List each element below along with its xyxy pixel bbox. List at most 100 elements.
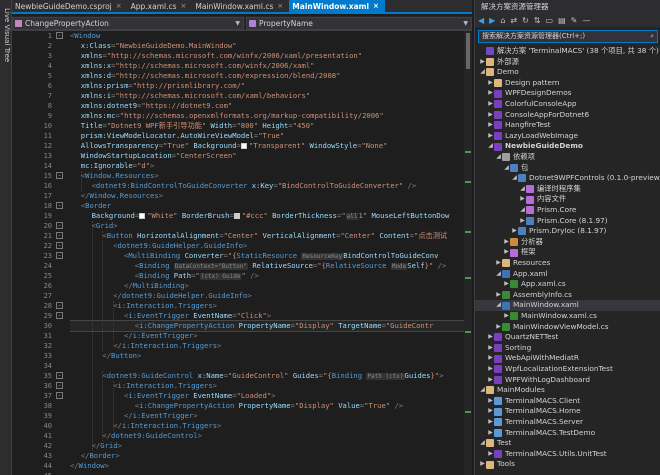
code-line[interactable]: <Binding DataContext="Button" RelativeSo… <box>135 261 446 271</box>
close-icon[interactable]: × <box>277 2 283 10</box>
collapsed-arrow-icon[interactable]: ▶ <box>503 311 510 322</box>
solution-tree-item[interactable]: ▶ 框架 <box>475 247 536 258</box>
collapsed-arrow-icon[interactable]: ▶ <box>503 237 510 248</box>
sync-icon[interactable]: ⇅ <box>534 16 541 25</box>
fold-toggle-icon[interactable]: - <box>56 302 63 309</box>
code-line[interactable]: </dotnet9:GuideHelper.GuideInfo> <box>113 291 251 301</box>
solution-tree-item[interactable]: ▶ 分析器 <box>475 237 543 248</box>
expanded-arrow-icon[interactable]: ◢ <box>519 184 526 195</box>
close-icon[interactable]: × <box>373 2 379 10</box>
fold-toggle-icon[interactable]: - <box>56 392 63 399</box>
code-line[interactable]: <Window <box>70 31 100 41</box>
code-line[interactable]: </MultiBinding> <box>124 281 189 291</box>
collapsed-arrow-icon[interactable]: ▶ <box>487 78 494 89</box>
collapsed-arrow-icon[interactable]: ▶ <box>487 110 494 121</box>
collapse-all-icon[interactable]: ▭ <box>546 16 554 25</box>
solution-tree-item[interactable]: ▶ Tools <box>475 459 515 470</box>
code-line[interactable]: </i:EventTrigger> <box>124 411 198 421</box>
solution-tree-item[interactable]: ▶ TerminalMACS.TestDemo <box>475 428 595 439</box>
code-line[interactable]: </i:Interaction.Triggers> <box>113 421 221 431</box>
collapsed-arrow-icon[interactable]: ▶ <box>503 247 510 258</box>
collapsed-arrow-icon[interactable]: ▶ <box>479 459 486 470</box>
code-line[interactable]: <Grid> <box>92 221 118 231</box>
solution-tree-item[interactable]: ◢ Demo <box>475 67 519 78</box>
solution-tree-item[interactable]: ◢ Prism.Core <box>475 205 576 216</box>
forward-icon[interactable]: ▶ <box>489 16 495 25</box>
document-tab[interactable]: MainWindow.xaml.cs × <box>192 0 289 12</box>
code-line[interactable]: </i:EventTrigger> <box>124 331 198 341</box>
code-line[interactable]: WindowStartupLocation="CenterScreen" <box>81 151 237 161</box>
solution-tree-item[interactable]: ▶ TerminalMACS.Utils.UnitTest <box>475 449 607 460</box>
solution-tree-item[interactable]: 解决方案 'TerminalMACS' (38 个项目, 共 38 个) <box>475 46 659 57</box>
code-line[interactable]: <i:ChangePropertyAction PropertyName="Di… <box>135 401 403 411</box>
solution-tree-item[interactable]: ▶ 外部源 <box>475 57 519 68</box>
code-line[interactable]: xmlns:mc="http://schemas.openxmlformats.… <box>81 111 384 121</box>
properties-icon[interactable]: ✎ <box>571 16 578 25</box>
collapsed-arrow-icon[interactable]: ▶ <box>487 131 494 142</box>
expanded-arrow-icon[interactable]: ◢ <box>479 438 486 449</box>
solution-tree-item[interactable]: ▶ ColorfulConsoleApp <box>475 99 577 110</box>
code-line[interactable]: xmlns:dotnet9="https://dotnet9.com" <box>81 101 232 111</box>
solution-tree-item[interactable]: ▶ WPFWithLogDashboard <box>475 375 590 386</box>
code-line[interactable]: <Window.Resources> <box>81 171 159 181</box>
solution-tree-item[interactable]: ▶ WPFDesignDemos <box>475 88 572 99</box>
code-line[interactable]: mc:Ignorable="d"> <box>81 161 155 171</box>
collapsed-arrow-icon[interactable]: ▶ <box>519 216 526 227</box>
editor-vertical-scrollbar[interactable] <box>464 31 472 475</box>
solution-tree-item[interactable]: ▶ Prism.Core (8.1.97) <box>475 216 608 227</box>
member-dropdown[interactable]: ChangePropertyAction ▼ <box>12 16 244 30</box>
fold-toggle-icon[interactable]: - <box>56 32 63 39</box>
solution-tree-item[interactable]: ▶ MainWindowViewModel.cs <box>475 322 609 333</box>
solution-tree-item[interactable]: ▶ Sorting <box>475 343 531 354</box>
close-icon[interactable]: × <box>181 2 187 10</box>
code-line[interactable]: xmlns:prism="http://prismlibrary.com/" <box>81 81 245 91</box>
code-line[interactable]: <dotnet9:GuideControl x:Name="GuideContr… <box>102 371 443 381</box>
code-line[interactable]: </dotnet9:GuideControl> <box>102 431 202 441</box>
solution-tree-item[interactable]: ▶ AssemblyInfo.cs <box>475 290 572 301</box>
code-line[interactable]: Background= "White" BorderBrush= "#ccc" Bo… <box>92 211 449 221</box>
search-icon[interactable]: ⌕ <box>650 31 654 42</box>
code-line[interactable]: <i:ChangePropertyAction PropertyName="Di… <box>70 320 464 332</box>
code-line[interactable]: </Border> <box>81 451 120 461</box>
solution-tree-item[interactable]: ◢ 包 <box>475 163 528 174</box>
expanded-arrow-icon[interactable]: ◢ <box>479 67 486 78</box>
collapsed-arrow-icon[interactable]: ▶ <box>487 428 494 439</box>
expanded-arrow-icon[interactable]: ◢ <box>495 152 502 163</box>
code-line[interactable]: <Binding Path="(ctx) Guide" /> <box>135 271 259 281</box>
expanded-arrow-icon[interactable]: ◢ <box>503 163 510 174</box>
home-icon[interactable]: ⌂ <box>500 16 505 25</box>
collapsed-arrow-icon[interactable]: ▶ <box>503 279 510 290</box>
solution-tree-item[interactable]: ◢ Test <box>475 438 511 449</box>
fold-toggle-icon[interactable]: - <box>56 252 63 259</box>
collapsed-arrow-icon[interactable]: ▶ <box>495 258 502 269</box>
solution-tree-item[interactable]: ▶ MainWindow.xaml.cs <box>475 311 597 322</box>
scrollbar-thumb[interactable] <box>466 33 470 69</box>
collapsed-arrow-icon[interactable]: ▶ <box>487 120 494 131</box>
back-icon[interactable]: ◀ <box>478 16 484 25</box>
code-line[interactable]: </i:Interaction.Triggers> <box>113 341 221 351</box>
document-tab[interactable]: MainWindow.xaml × <box>289 0 385 12</box>
expanded-arrow-icon[interactable]: ◢ <box>511 173 518 184</box>
live-visual-tree-strip[interactable]: Live Visual Tree <box>0 0 12 475</box>
collapsed-arrow-icon[interactable]: ▶ <box>487 449 494 460</box>
solution-explorer-search-input[interactable]: 搜索解决方案资源管理器(Ctrl+;) ⌕ <box>478 30 658 43</box>
collapsed-arrow-icon[interactable]: ▶ <box>511 226 518 237</box>
expanded-arrow-icon[interactable]: ◢ <box>487 141 494 152</box>
code-line[interactable]: xmlns="http://schemas.microsoft.com/winf… <box>81 51 362 61</box>
solution-tree-item[interactable]: ▶ LazyLoadWebImage <box>475 131 578 142</box>
solution-tree-item[interactable]: ▶ 内容文件 <box>475 194 566 205</box>
collapsed-arrow-icon[interactable]: ▶ <box>487 396 494 407</box>
document-tab[interactable]: NewbieGuideDemo.csproj × <box>12 0 128 12</box>
code-area[interactable]: <Window x:Class="NewbieGuideDemo.MainWind… <box>70 31 464 475</box>
solution-tree-item[interactable]: ▶ HangfireTest <box>475 120 551 131</box>
code-line[interactable]: <MultiBinding Converter="{StaticResource… <box>124 251 438 261</box>
code-line[interactable]: </Window> <box>70 461 109 471</box>
code-line[interactable]: <i:EventTrigger EventName="Loaded"> <box>124 391 275 401</box>
solution-tree-item[interactable]: ▶ TerminalMACS.Client <box>475 396 580 407</box>
fold-toggle-icon[interactable]: - <box>56 222 63 229</box>
code-line[interactable]: <dotnet9:BindControlToGuideConverter x:K… <box>92 181 417 191</box>
collapsed-arrow-icon[interactable]: ▶ <box>487 364 494 375</box>
collapsed-arrow-icon[interactable]: ▶ <box>479 57 486 68</box>
collapsed-arrow-icon[interactable]: ▶ <box>487 332 494 343</box>
show-all-files-icon[interactable]: ▤ <box>558 16 566 25</box>
